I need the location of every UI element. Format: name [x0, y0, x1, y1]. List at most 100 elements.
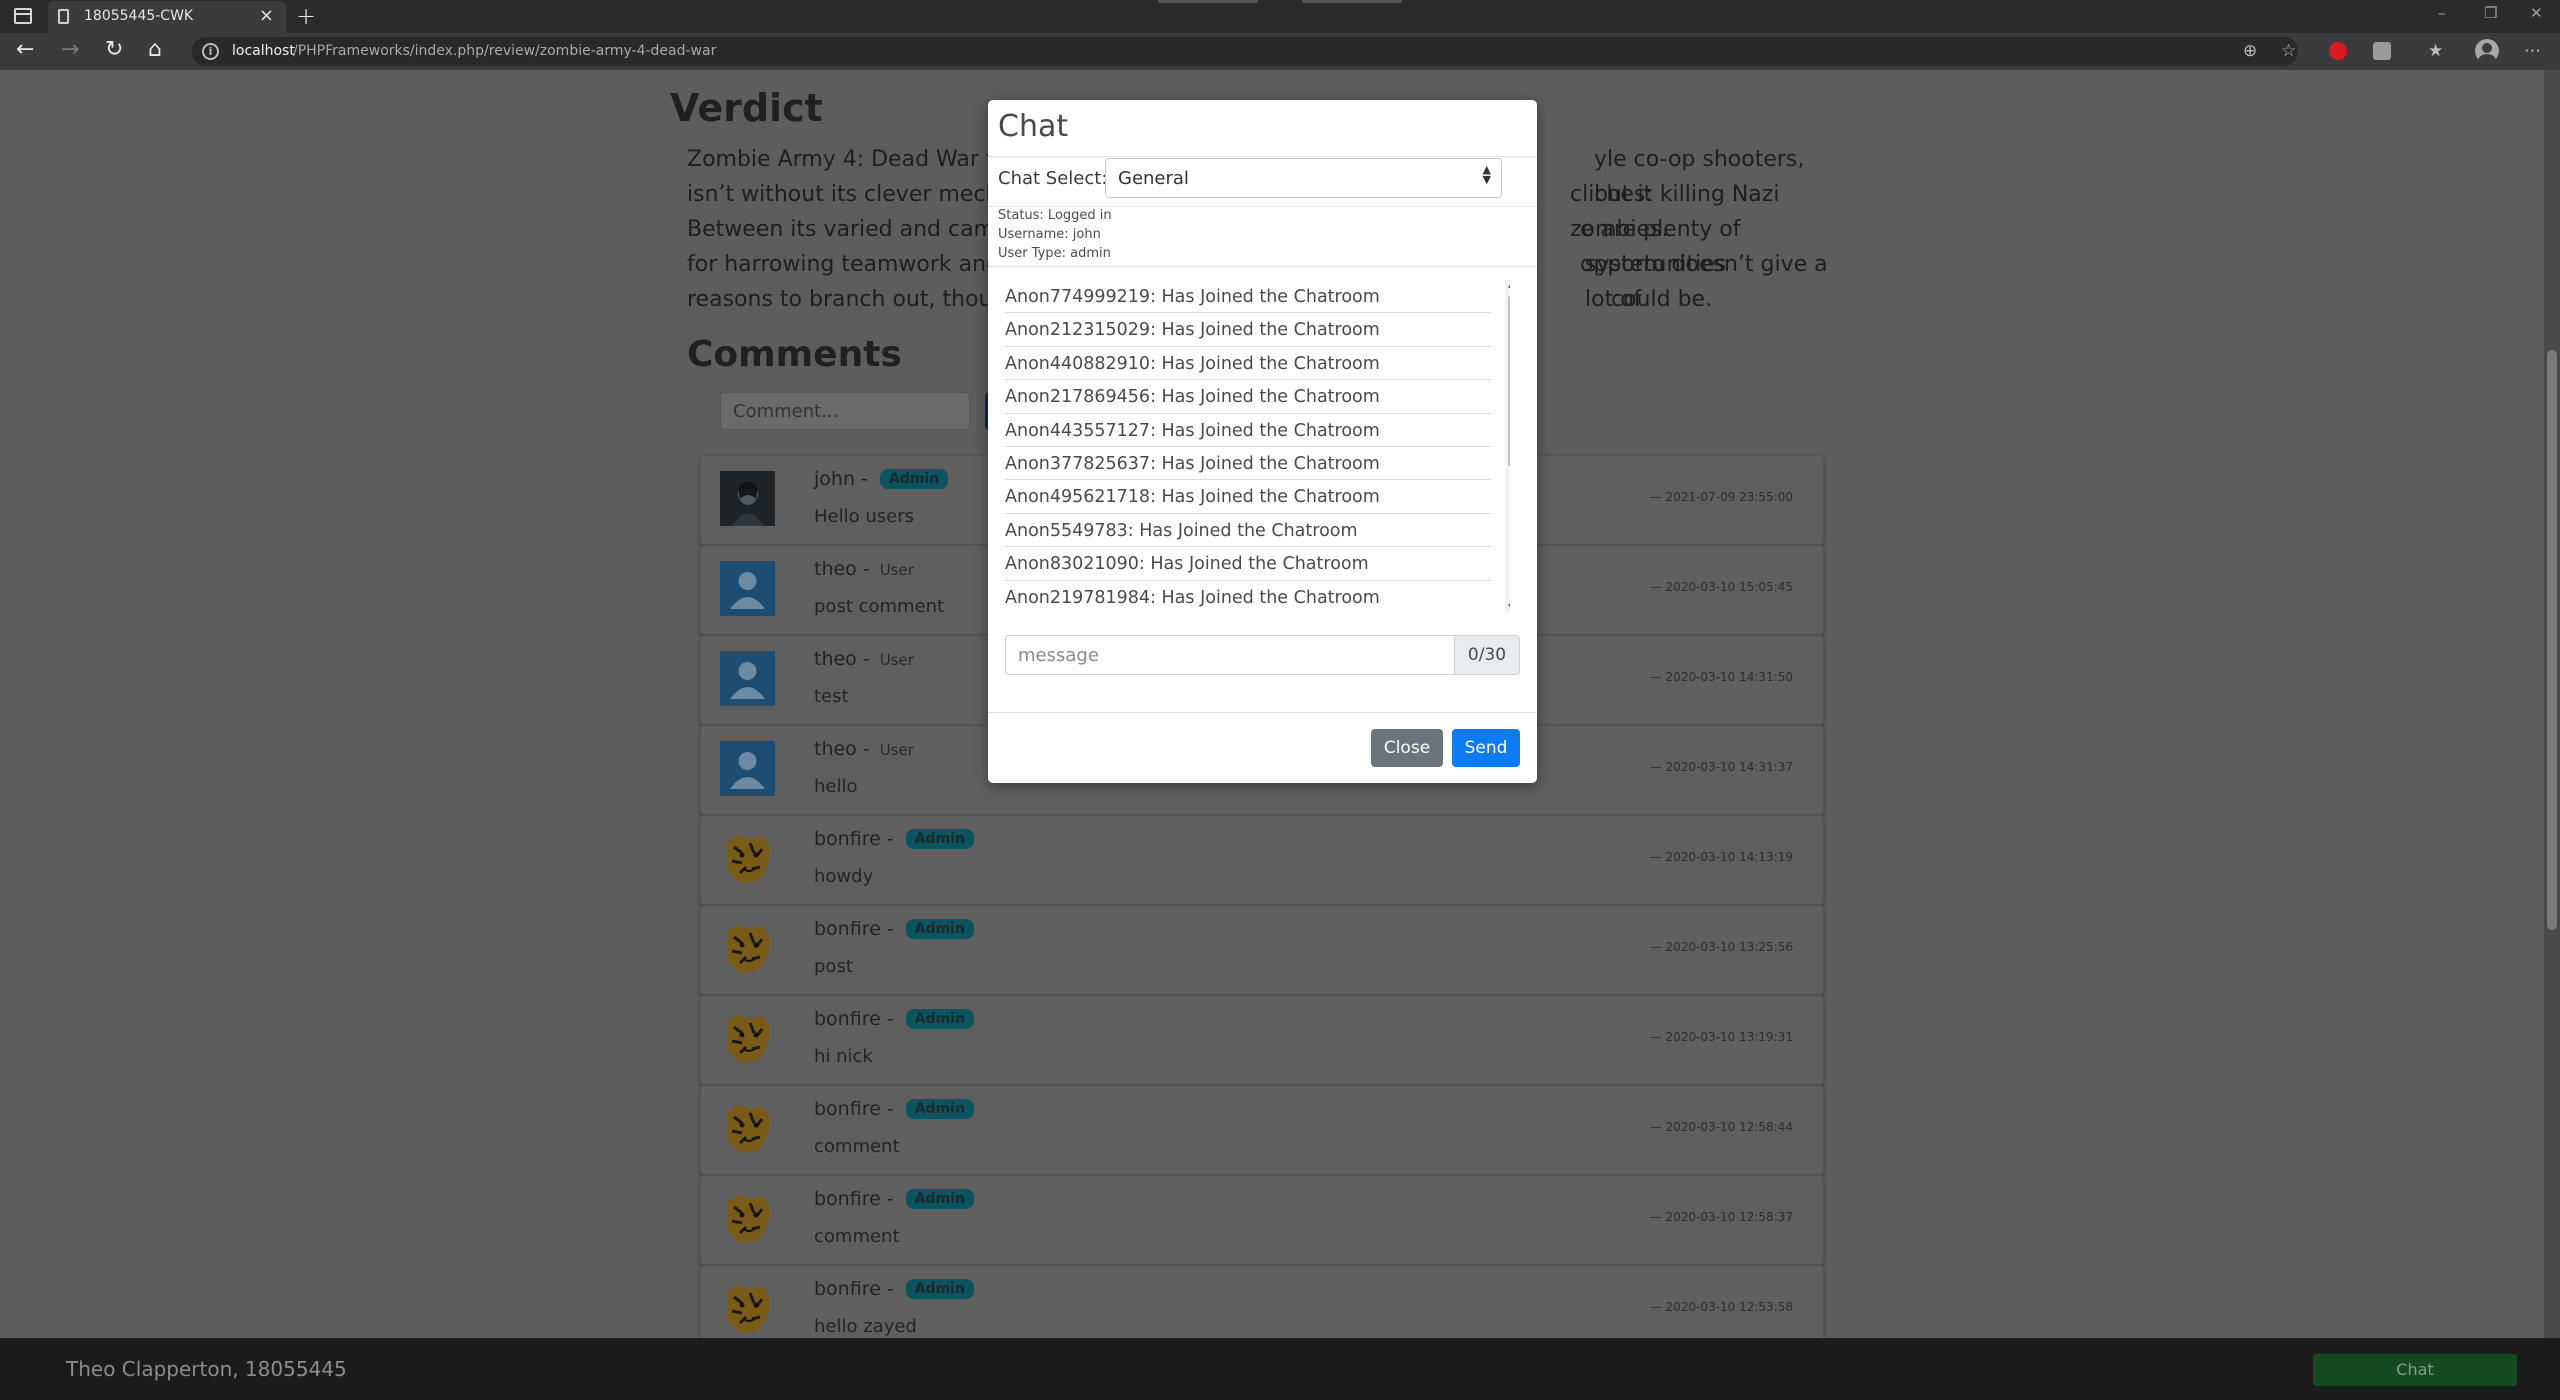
address-bar[interactable]: i localhost /PHPFrameworks/index.php/rev…	[192, 37, 2298, 66]
comment-author-line: bonfire - Admin	[814, 1098, 974, 1120]
refresh-icon[interactable]: ↻	[105, 38, 123, 62]
open-chat-button[interactable]: Chat	[2313, 1354, 2517, 1386]
chat-scrollbar-thumb[interactable]	[1508, 296, 1510, 466]
comment-author-line: bonfire - Admin	[814, 1008, 974, 1030]
comment-author: bonfire -	[814, 1008, 900, 1030]
role-label: User	[879, 741, 914, 759]
chat-message: Anon774999219: Has Joined the Chatroom	[1005, 280, 1491, 314]
page-scrollbar-thumb[interactable]	[2547, 350, 2557, 930]
comment-author-line: bonfire - Admin	[814, 918, 974, 940]
role-badge: Admin	[879, 469, 949, 489]
avatar	[720, 831, 775, 886]
comment-date: — 2020-03-10 14:31:50	[1649, 670, 1793, 684]
page-scrollbar[interactable]	[2544, 70, 2560, 1338]
scroll-up-icon[interactable]: ▲	[1508, 280, 1510, 289]
verdict-heading: Verdict	[670, 86, 823, 130]
comment-card: bonfire - Admin post — 2020-03-10 13:25:56	[700, 905, 1824, 995]
settings-more-icon[interactable]: ⋯	[2524, 41, 2541, 61]
tab-title: 18055445-CWK	[84, 8, 194, 24]
comment-author: theo -	[814, 558, 876, 580]
minimize-icon[interactable]: –	[2438, 4, 2446, 22]
url-path: /PHPFrameworks/index.php/review/zombie-a…	[293, 43, 717, 59]
comment-text: comment	[814, 1226, 900, 1247]
comment-text: howdy	[814, 866, 874, 887]
comment-author: bonfire -	[814, 1278, 900, 1300]
verdict-line: could be.	[1611, 287, 1713, 312]
chat-message: Anon5549783: Has Joined the Chatroom	[1005, 514, 1491, 548]
footer-student-name: Theo Clapperton, 18055445	[66, 1357, 347, 1381]
comment-input[interactable]: Comment...	[720, 392, 970, 430]
new-tab-icon[interactable]: +	[296, 2, 316, 30]
comment-author: bonfire -	[814, 918, 900, 940]
comment-card: bonfire - Admin hello zayed — 2020-03-10 1…	[700, 1265, 1824, 1338]
favorite-add-icon[interactable]: ☆	[2281, 41, 2296, 61]
close-button[interactable]: Close	[1371, 729, 1443, 767]
role-badge: Admin	[905, 829, 974, 849]
comment-text: Hello users	[814, 506, 914, 527]
extension-grey-icon[interactable]	[2373, 42, 2391, 60]
comment-text: post	[814, 956, 853, 977]
avatar	[720, 651, 775, 706]
role-badge: Admin	[905, 1189, 974, 1209]
comment-author: theo -	[814, 648, 876, 670]
comment-author: theo -	[814, 738, 876, 760]
modal-divider	[988, 712, 1537, 713]
verdict-line: reasons to branch out, thoug	[687, 287, 1007, 312]
comment-date: — 2021-07-09 23:55:00	[1649, 490, 1793, 504]
comment-text: test	[814, 686, 849, 707]
chat-room-selected: General	[1118, 168, 1189, 189]
comments-heading: Comments	[687, 334, 902, 375]
scroll-down-icon[interactable]: ▼	[1508, 602, 1510, 611]
browser-tab[interactable]: 18055445-CWK ×	[48, 1, 286, 33]
back-icon[interactable]: ←	[16, 38, 34, 62]
restore-icon[interactable]: ❐	[2484, 4, 2497, 22]
page-icon	[58, 9, 69, 24]
comment-author-line: bonfire - Admin	[814, 828, 974, 850]
chat-scrollbar[interactable]: ▲ ▼	[1505, 280, 1510, 613]
comment-card: bonfire - Admin howdy — 2020-03-10 14:13:1…	[700, 815, 1824, 905]
comment-date: — 2020-03-10 12:53:58	[1649, 1300, 1793, 1314]
window-close-icon[interactable]: ✕	[2530, 4, 2543, 22]
role-badge: Admin	[905, 1009, 974, 1029]
comment-author: bonfire -	[814, 1098, 900, 1120]
user-type-text: User Type: admin	[998, 246, 1111, 261]
comment-card: bonfire - Admin comment — 2020-03-10 12:58…	[700, 1085, 1824, 1175]
zoom-icon[interactable]: ⊕	[2243, 41, 2257, 61]
comment-date: — 2020-03-10 12:58:44	[1649, 1120, 1793, 1134]
chat-room-select[interactable]: General ▲ ▼	[1105, 158, 1502, 198]
comment-text: hi nick	[814, 1046, 873, 1067]
role-badge: Admin	[905, 1279, 974, 1299]
comment-author: john -	[814, 468, 874, 490]
comment-author-line: john - Admin	[814, 468, 949, 490]
extension-red-icon[interactable]	[2329, 42, 2347, 60]
avatar	[720, 1191, 775, 1246]
select-arrows-icon: ▲ ▼	[1482, 163, 1491, 186]
forward-icon[interactable]: →	[61, 38, 79, 62]
tab-close-icon[interactable]: ×	[259, 5, 274, 26]
chat-message-list[interactable]: Anon774999219: Has Joined the Chatroom An…	[1005, 280, 1510, 613]
titlebar-accent	[1158, 0, 1258, 3]
username-text: Username: john	[998, 227, 1101, 242]
comment-text: post comment	[814, 596, 945, 617]
status-text: Status: Logged in	[998, 208, 1112, 223]
site-info-icon[interactable]: i	[202, 43, 219, 60]
send-button[interactable]: Send	[1452, 729, 1520, 767]
chat-message: Anon212315029: Has Joined the Chatroom	[1005, 313, 1491, 347]
tab-actions-icon[interactable]	[14, 8, 32, 24]
message-input[interactable]: message	[1005, 635, 1455, 675]
favorites-icon[interactable]: ★	[2428, 41, 2443, 61]
profile-avatar-icon[interactable]	[2475, 39, 2499, 63]
avatar	[720, 1011, 775, 1066]
chat-message: Anon83021090: Has Joined the Chatroom	[1005, 547, 1491, 581]
char-counter: 0/30	[1455, 635, 1520, 675]
role-label: User	[879, 651, 914, 669]
verdict-line: for harrowing teamwork and	[687, 252, 1001, 277]
comment-card: bonfire - Admin comment — 2020-03-10 12:58…	[700, 1175, 1824, 1265]
comment-author: bonfire -	[814, 828, 900, 850]
comment-date: — 2020-03-10 12:58:37	[1649, 1210, 1793, 1224]
avatar	[720, 1101, 775, 1156]
role-badge: Admin	[905, 919, 974, 939]
comment-text: comment	[814, 1136, 900, 1157]
home-icon[interactable]: ⌂	[148, 38, 162, 62]
chat-modal: Chat Chat Select: General ▲ ▼ Status: Log…	[988, 100, 1537, 783]
